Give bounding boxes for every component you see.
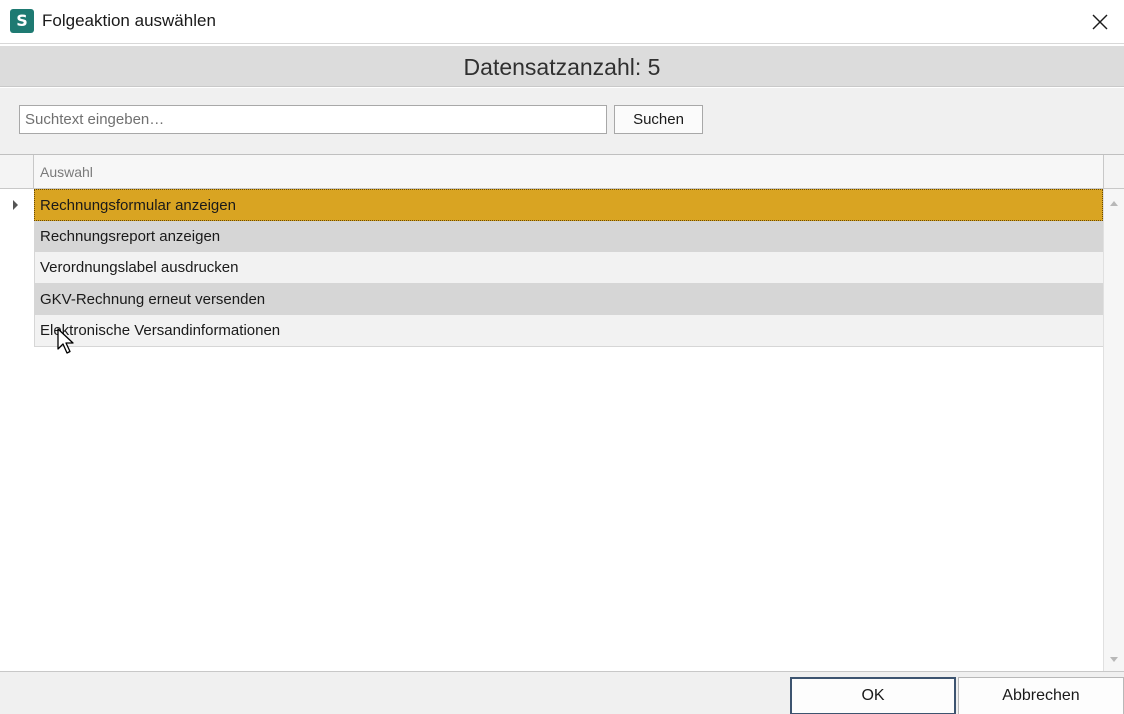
row-indicator [0,252,34,284]
search-input[interactable] [19,105,607,134]
vertical-scrollbar[interactable] [1103,189,1124,672]
cancel-button[interactable]: Abbrechen [958,677,1124,714]
search-button[interactable]: Suchen [614,105,703,134]
table-row[interactable]: Elektronische Versandinformationen [0,315,1103,347]
row-cell[interactable]: Verordnungslabel ausdrucken [34,252,1103,284]
mouse-pointer-icon [57,328,74,354]
window-title: Folgeaktion auswählen [42,11,216,30]
record-count-bar: Datensatzanzahl: 5 [0,46,1124,87]
grid-corner [0,155,34,189]
row-cell[interactable]: Rechnungsreport anzeigen [34,220,1103,252]
header-filler [1103,155,1124,189]
ok-button[interactable]: OK [790,677,956,714]
row-indicator [0,283,34,315]
app-logo-icon: S [10,9,34,33]
scroll-up-arrow-icon[interactable] [1110,201,1118,206]
row-indicator [0,315,34,347]
row-indicator [0,189,34,221]
row-cell[interactable]: Rechnungsformular anzeigen [34,189,1103,221]
close-icon [1092,14,1108,30]
action-grid: Auswahl Rechnungsformular anzeigen Rechn… [0,154,1124,672]
table-row[interactable]: Verordnungslabel ausdrucken [0,252,1103,284]
title-bar: S Folgeaktion auswählen [0,0,1124,44]
row-indicator [0,220,34,252]
dialog-footer: OK Abbrechen [0,671,1124,714]
grid-rows: Rechnungsformular anzeigen Rechnungsrepo… [0,189,1103,347]
scroll-down-arrow-icon[interactable] [1110,657,1118,662]
close-button[interactable] [1084,6,1116,38]
row-cell[interactable]: GKV-Rechnung erneut versenden [34,283,1103,315]
record-count-label: Datensatzanzahl: 5 [463,54,661,80]
row-cell[interactable]: Elektronische Versandinformationen [34,315,1103,347]
table-row[interactable]: GKV-Rechnung erneut versenden [0,283,1103,315]
table-row[interactable]: Rechnungsformular anzeigen [0,189,1103,221]
caret-right-icon [13,200,18,210]
search-panel: Suchen [0,88,1124,154]
column-header-auswahl[interactable]: Auswahl [34,155,1103,189]
table-row[interactable]: Rechnungsreport anzeigen [0,220,1103,252]
